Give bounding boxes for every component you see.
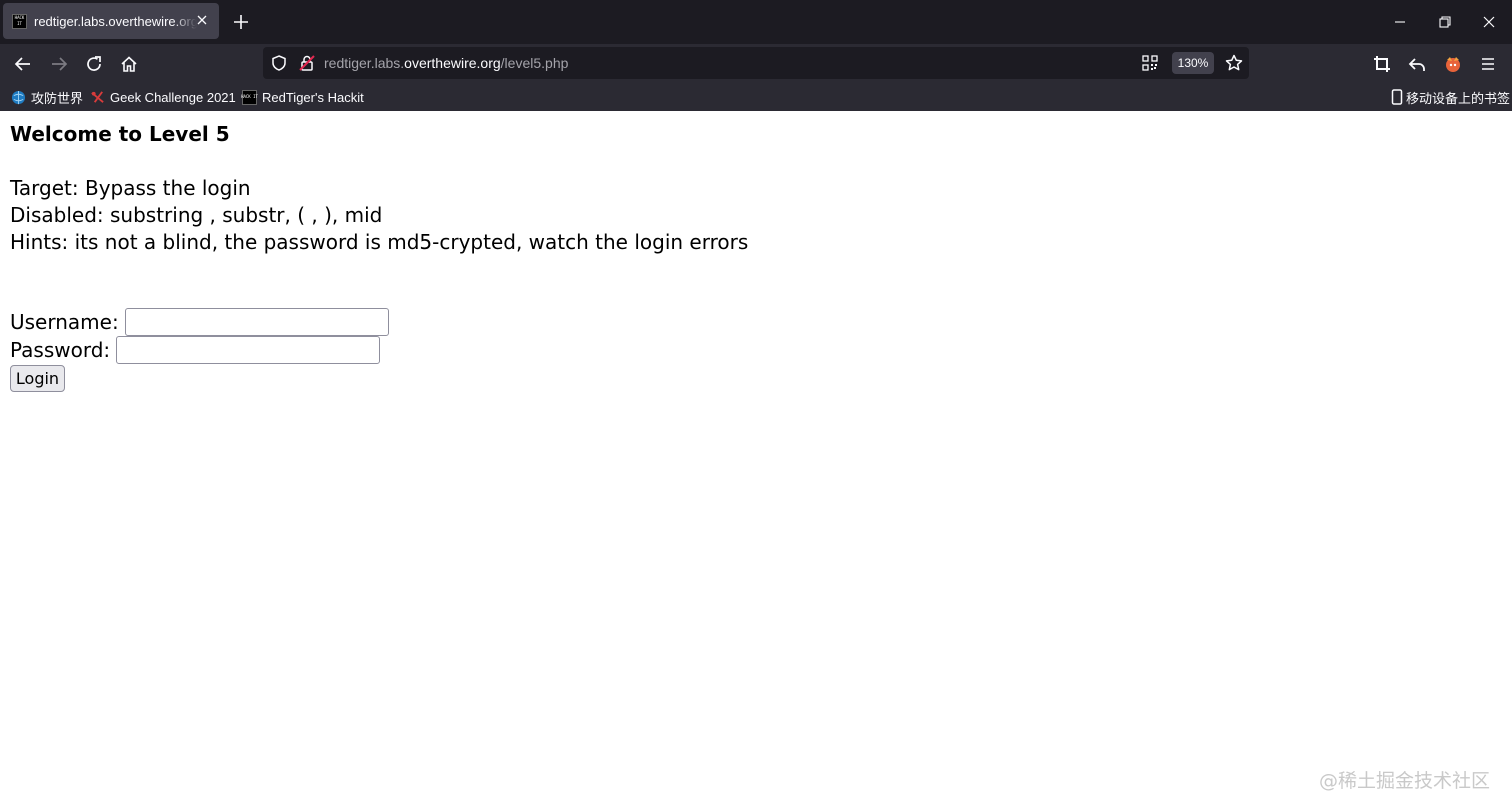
username-label: Username: (10, 310, 119, 334)
insecure-lock-icon[interactable] (298, 54, 316, 72)
url-path: /level5.php (500, 55, 569, 71)
login-button[interactable]: Login (10, 365, 65, 392)
password-row: Password: (10, 336, 381, 364)
close-tab-icon[interactable] (194, 12, 210, 28)
watermark: @稀土掘金技术社区 (1318, 770, 1490, 792)
username-row: Username: (10, 308, 389, 336)
bookmark-item[interactable]: HACK IT RedTiger's Hackit (241, 88, 364, 106)
new-tab-icon[interactable] (231, 12, 251, 32)
address-bar[interactable]: redtiger.labs.overthewire.org/level5.php… (263, 47, 1249, 79)
bookmarks-toolbar: 攻防世界 Geek Challenge 2021 HACK IT RedTige… (0, 84, 1512, 111)
bookmark-label: RedTiger's Hackit (262, 89, 364, 105)
password-input[interactable] (116, 336, 381, 364)
bookmark-label: 攻防世界 (31, 90, 84, 106)
page-title: Welcome to Level 5 (10, 122, 230, 146)
qr-code-icon[interactable] (1142, 55, 1158, 71)
page-content: Welcome to Level 5 Target: Bypass the lo… (0, 111, 1512, 811)
zoom-level-button[interactable]: 130% (1172, 52, 1214, 74)
forward-icon[interactable] (49, 54, 69, 74)
hackit-favicon-icon: HACK IT (12, 13, 27, 29)
password-label: Password: (10, 338, 111, 362)
mobile-bookmarks-folder[interactable]: 移动设备上的书签 (1391, 88, 1510, 106)
url-domain: overthewire.org (404, 55, 501, 71)
geek-icon (91, 90, 104, 103)
bookmark-label: Geek Challenge 2021 (110, 89, 236, 105)
home-icon[interactable] (119, 54, 139, 74)
target-text: Target: Bypass the login (10, 176, 251, 200)
menu-hamburger-icon[interactable] (1478, 54, 1498, 74)
globe-icon (11, 90, 26, 104)
shield-icon[interactable] (270, 54, 288, 72)
bookmark-item[interactable]: 攻防世界 (11, 88, 83, 106)
minimize-icon[interactable] (1391, 13, 1409, 31)
tab-strip: HACK IT redtiger.labs.overthewire.org/le… (0, 0, 1512, 44)
url-prefix: redtiger.labs. (324, 55, 405, 71)
hackit-icon: HACK IT (241, 89, 258, 105)
back-icon[interactable] (13, 54, 33, 74)
reload-icon[interactable] (84, 54, 104, 74)
reply-icon[interactable] (1407, 54, 1427, 74)
navigation-toolbar: redtiger.labs.overthewire.org/level5.php… (0, 44, 1512, 84)
mobile-bookmarks-label: 移动设备上的书签 (1406, 90, 1511, 106)
restore-icon[interactable] (1436, 13, 1454, 31)
disabled-text: Disabled: substring , substr, ( , ), mid (10, 203, 383, 227)
hints-text: Hints: its not a blind, the password is … (10, 230, 749, 254)
close-window-icon[interactable] (1480, 13, 1498, 31)
bookmark-item[interactable]: Geek Challenge 2021 (90, 88, 236, 106)
username-input[interactable] (124, 308, 389, 336)
tab-title: redtiger.labs.overthewire.org/level5.php (34, 13, 197, 29)
crop-screenshot-icon[interactable] (1372, 54, 1392, 74)
url-text[interactable]: redtiger.labs.overthewire.org/level5.php (324, 55, 568, 71)
active-tab[interactable]: HACK IT redtiger.labs.overthewire.org/le… (3, 3, 219, 39)
mobile-device-icon (1391, 89, 1403, 105)
bookmark-star-icon[interactable] (1224, 53, 1244, 73)
extension-fox-icon[interactable] (1443, 54, 1463, 74)
